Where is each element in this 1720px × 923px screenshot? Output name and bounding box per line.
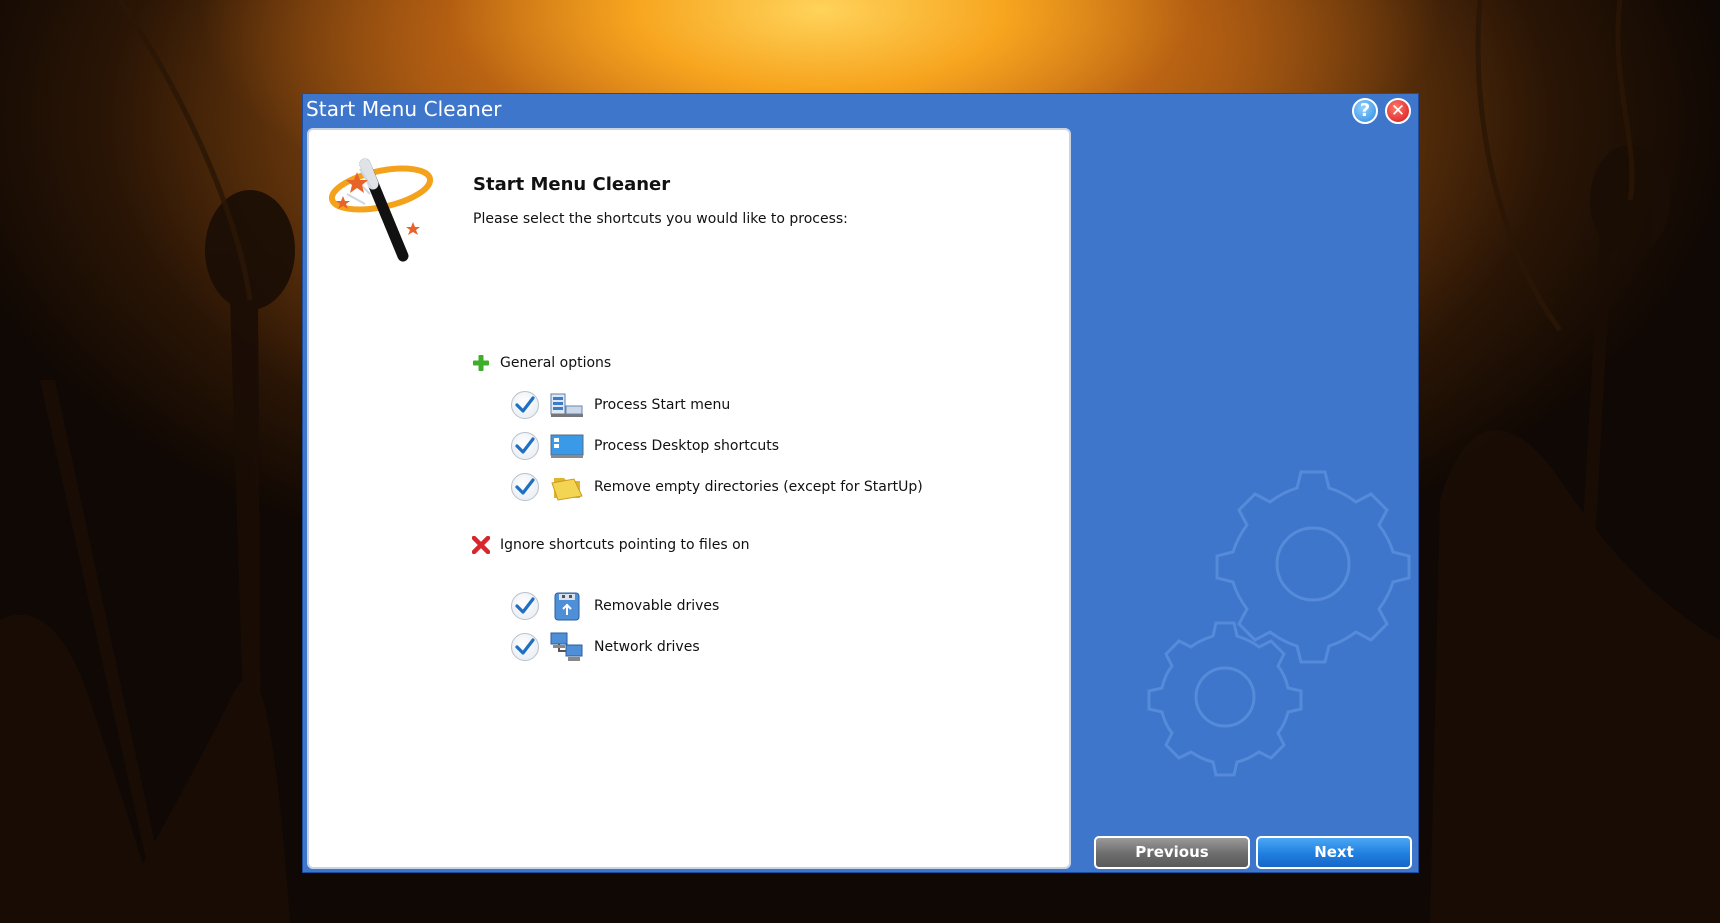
checkbox-checked[interactable] <box>511 473 539 501</box>
option-label: Process Start menu <box>594 397 731 413</box>
desktop-icon <box>549 431 585 461</box>
title-bar[interactable]: Start Menu Cleaner ? ✕ <box>303 94 1418 126</box>
section-label: General options <box>500 355 612 371</box>
section-ignore-shortcuts: Ignore shortcuts pointing to files on <box>472 536 750 554</box>
section-label: Ignore shortcuts pointing to files on <box>500 537 750 553</box>
checkmark-icon <box>515 478 535 495</box>
network-drives-icon <box>549 632 585 662</box>
page-heading: Start Menu Cleaner <box>473 174 671 195</box>
section-general-options: General options <box>472 354 611 372</box>
magic-wand-icon <box>328 158 434 262</box>
option-network-drives[interactable]: Network drives <box>511 632 700 662</box>
usb-drive-icon <box>549 591 585 621</box>
window-title: Start Menu Cleaner <box>306 97 502 121</box>
option-label: Network drives <box>594 639 700 655</box>
help-button[interactable]: ? <box>1352 98 1378 124</box>
gears-watermark-icon <box>1147 470 1411 777</box>
checkbox-checked[interactable] <box>511 432 539 460</box>
option-label: Remove empty directories (except for Sta… <box>594 479 923 495</box>
option-process-desktop-shortcuts[interactable]: Process Desktop shortcuts <box>511 431 779 461</box>
next-button[interactable]: Next <box>1256 836 1412 869</box>
checkbox-checked[interactable] <box>511 592 539 620</box>
checkbox-checked[interactable] <box>511 633 539 661</box>
option-label: Process Desktop shortcuts <box>594 438 780 454</box>
option-remove-empty-directories[interactable]: Remove empty directories (except for Sta… <box>511 472 923 502</box>
option-process-start-menu[interactable]: Process Start menu <box>511 390 730 420</box>
checkbox-checked[interactable] <box>511 391 539 419</box>
option-label: Removable drives <box>594 598 720 614</box>
content-panel: Start Menu Cleaner Please select the sho… <box>307 128 1071 869</box>
green-plus-icon <box>473 355 489 371</box>
checkmark-icon <box>515 638 535 655</box>
start-menu-icon <box>549 390 585 420</box>
help-icon: ? <box>1359 100 1371 121</box>
option-removable-drives[interactable]: Removable drives <box>511 591 719 621</box>
red-x-icon <box>472 536 490 554</box>
checkmark-icon <box>515 437 535 454</box>
previous-button[interactable]: Previous <box>1094 836 1250 869</box>
close-button[interactable]: ✕ <box>1385 98 1411 124</box>
checkmark-icon <box>515 597 535 614</box>
checkmark-icon <box>515 396 535 413</box>
close-icon: ✕ <box>1390 101 1406 121</box>
folder-icon <box>549 472 585 502</box>
app-window: Start Menu Cleaner ? ✕ Start Menu Cleane… <box>302 93 1419 873</box>
page-subtitle: Please select the shortcuts you would li… <box>473 211 848 227</box>
